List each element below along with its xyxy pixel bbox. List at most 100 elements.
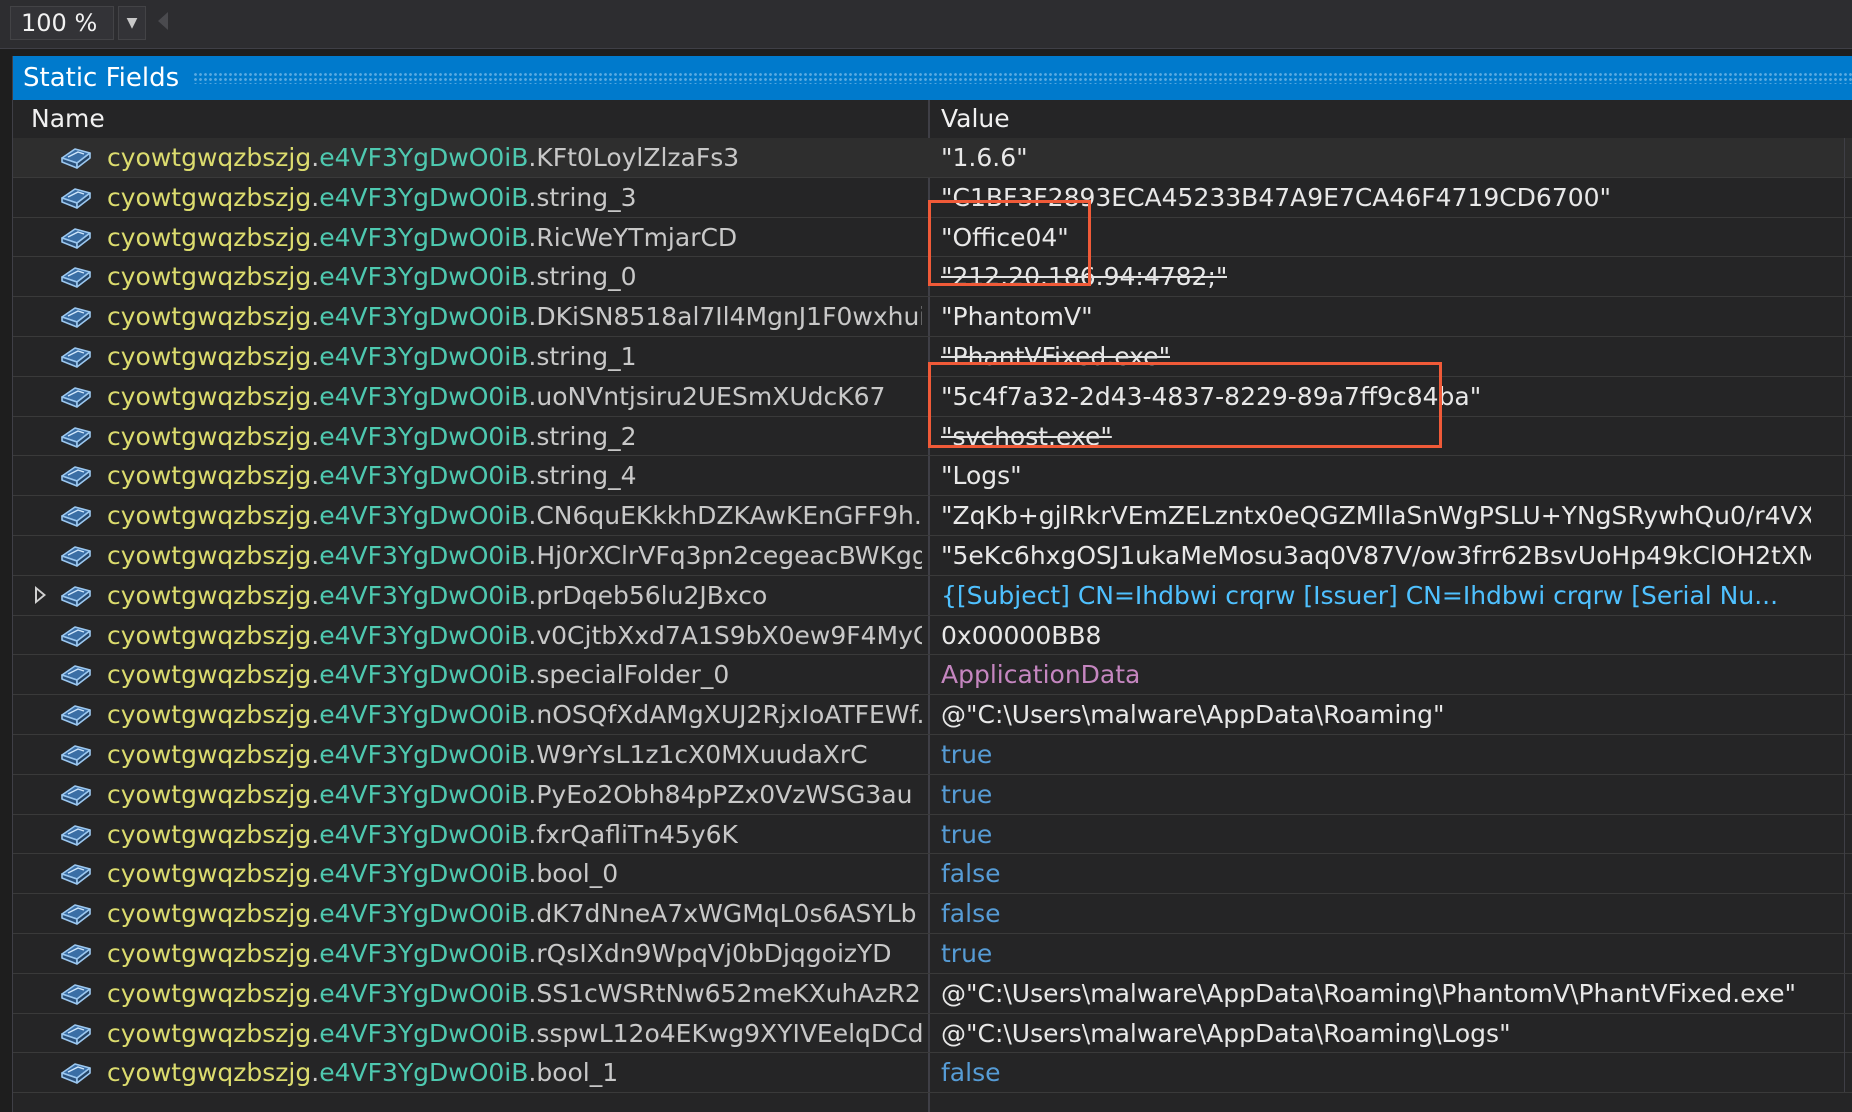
field-row[interactable]: cyowtgwqzbszjg.e4VF3YgDwO0iB.prDqeb56lu2… <box>13 575 1852 616</box>
field-value[interactable]: "5eKc6hxgOSJ1ukaMeMosu3aq0V87V/ow3frr62B… <box>941 536 1811 575</box>
field-member: bool_1 <box>536 1058 619 1088</box>
separator-dot: . <box>311 540 320 570</box>
field-name: cyowtgwqzbszjg.e4VF3YgDwO0iB.string_1 <box>107 337 637 376</box>
field-value[interactable]: false <box>941 894 1000 933</box>
field-value[interactable]: false <box>941 1053 1000 1092</box>
field-value[interactable]: "ZqKb+gjlRkrVEmZELzntx0eQGZMllaSnWgPSLU+… <box>941 496 1811 535</box>
field-icon <box>58 782 94 808</box>
column-header-name[interactable]: Name <box>31 100 105 138</box>
separator-dot: . <box>311 660 320 690</box>
zoom-dropdown-button[interactable]: ▼ <box>118 6 146 40</box>
field-member: DKiSN8518al7Il4MgnJ1F0wxhuii <box>536 302 922 332</box>
field-value[interactable]: {[Subject] CN=Ihdbwi crqrw [Issuer] CN=I… <box>941 576 1778 615</box>
panel-header-grip[interactable] <box>193 72 1852 84</box>
field-name: cyowtgwqzbszjg.e4VF3YgDwO0iB.dK7dNneA7xW… <box>107 894 916 933</box>
separator-dot: . <box>311 143 320 172</box>
field-row[interactable]: cyowtgwqzbszjg.e4VF3YgDwO0iB.PyEo2Obh84p… <box>13 774 1852 815</box>
field-row[interactable]: cyowtgwqzbszjg.e4VF3YgDwO0iB.bool_1 false <box>13 1053 1852 1094</box>
field-value[interactable]: true <box>941 735 992 774</box>
field-class: e4VF3YgDwO0iB <box>319 222 529 252</box>
field-icon <box>58 304 94 330</box>
field-namespace: cyowtgwqzbszjg <box>107 501 312 531</box>
field-icon <box>58 424 94 450</box>
separator-dot: . <box>311 302 320 332</box>
field-namespace: cyowtgwqzbszjg <box>107 620 312 650</box>
field-value[interactable]: "1.6.6" <box>941 138 1028 177</box>
column-headers: Name Value <box>13 100 1852 139</box>
field-row[interactable]: cyowtgwqzbszjg.e4VF3YgDwO0iB.v0CjtbXxd7A… <box>13 615 1852 656</box>
field-value[interactable]: @"C:\Users\malware\AppData\Roaming\Phant… <box>941 974 1796 1013</box>
field-name: cyowtgwqzbszjg.e4VF3YgDwO0iB.Hj0rXClrVFq… <box>107 536 922 575</box>
field-row[interactable]: cyowtgwqzbszjg.e4VF3YgDwO0iB.Hj0rXClrVFq… <box>13 535 1852 576</box>
panel-header: Static Fields <box>13 56 1852 100</box>
field-row[interactable]: cyowtgwqzbszjg.e4VF3YgDwO0iB.string_4 "Lo… <box>13 456 1852 497</box>
field-row[interactable]: cyowtgwqzbszjg.e4VF3YgDwO0iB.dK7dNneA7xW… <box>13 894 1852 934</box>
field-row[interactable]: cyowtgwqzbszjg.e4VF3YgDwO0iB.CN6quEKkkhD… <box>13 496 1852 536</box>
field-name: cyowtgwqzbszjg.e4VF3YgDwO0iB.RicWeYTmjar… <box>107 218 737 257</box>
field-member: bool_0 <box>536 859 619 889</box>
field-class: e4VF3YgDwO0iB <box>319 859 529 889</box>
zoom-level-input[interactable]: 100 % <box>10 6 114 40</box>
field-name: cyowtgwqzbszjg.e4VF3YgDwO0iB.string_4 <box>107 456 637 495</box>
field-value[interactable]: ApplicationData <box>941 655 1140 694</box>
separator-dot: . <box>311 182 320 212</box>
field-name: cyowtgwqzbszjg.e4VF3YgDwO0iB.bool_1 <box>107 1053 618 1092</box>
field-member: prDqeb56lu2JBxco <box>536 580 768 610</box>
type-column-edge <box>1844 814 1852 854</box>
type-column-edge <box>1844 297 1852 337</box>
field-row[interactable]: cyowtgwqzbszjg.e4VF3YgDwO0iB.sspwL12o4EK… <box>13 1013 1852 1054</box>
field-value[interactable]: true <box>941 934 992 973</box>
field-name: cyowtgwqzbszjg.e4VF3YgDwO0iB.uoNVntjsiru… <box>107 377 885 416</box>
field-icon <box>58 225 94 251</box>
field-member: PyEo2Obh84pPZx0VzWSG3au <box>536 779 913 809</box>
field-class: e4VF3YgDwO0iB <box>319 1018 529 1048</box>
type-column-edge <box>1844 695 1852 735</box>
field-namespace: cyowtgwqzbszjg <box>107 938 312 968</box>
field-value[interactable]: false <box>941 854 1000 893</box>
highlight-box-office04 <box>928 200 1091 286</box>
field-value[interactable]: true <box>941 815 992 854</box>
type-column-edge <box>1844 416 1852 456</box>
type-column-edge <box>1844 376 1852 416</box>
separator-dot: . <box>311 899 320 929</box>
field-row[interactable]: cyowtgwqzbszjg.e4VF3YgDwO0iB.bool_0 false <box>13 854 1852 895</box>
field-value[interactable]: true <box>941 775 992 814</box>
field-class: e4VF3YgDwO0iB <box>319 302 529 332</box>
field-name: cyowtgwqzbszjg.e4VF3YgDwO0iB.specialFold… <box>107 655 729 694</box>
field-row[interactable]: cyowtgwqzbszjg.e4VF3YgDwO0iB.SS1cWSRtNw6… <box>13 973 1852 1014</box>
field-value[interactable]: "Logs" <box>941 456 1022 495</box>
field-namespace: cyowtgwqzbszjg <box>107 302 312 332</box>
expand-arrow-icon[interactable] <box>35 585 46 604</box>
field-member: Hj0rXClrVFq3pn2cegeacBWKgg <box>536 540 922 570</box>
field-row[interactable]: cyowtgwqzbszjg.e4VF3YgDwO0iB.rQsIXdn9Wpq… <box>13 933 1852 974</box>
separator-dot: . <box>311 700 320 730</box>
field-class: e4VF3YgDwO0iB <box>319 779 529 809</box>
field-row[interactable]: cyowtgwqzbszjg.e4VF3YgDwO0iB.DKiSN8518al… <box>13 297 1852 337</box>
field-member: SS1cWSRtNw652meKXuhAzR2e <box>536 978 922 1008</box>
field-namespace: cyowtgwqzbszjg <box>107 700 312 730</box>
field-row[interactable]: cyowtgwqzbszjg.e4VF3YgDwO0iB.specialFold… <box>13 655 1852 696</box>
field-row[interactable]: cyowtgwqzbszjg.e4VF3YgDwO0iB.W9rYsL1z1cX… <box>13 734 1852 775</box>
column-header-value[interactable]: Value <box>941 100 1010 138</box>
field-class: e4VF3YgDwO0iB <box>319 501 529 531</box>
separator-dot: . <box>311 421 320 451</box>
field-namespace: cyowtgwqzbszjg <box>107 859 312 889</box>
type-column-edge <box>1844 774 1852 814</box>
field-row[interactable]: cyowtgwqzbszjg.e4VF3YgDwO0iB.nOSQfXdAMgX… <box>13 695 1852 735</box>
scroll-left-icon[interactable] <box>158 12 168 30</box>
field-namespace: cyowtgwqzbszjg <box>107 222 312 252</box>
field-value[interactable]: @"C:\Users\malware\AppData\Roaming" <box>941 695 1444 734</box>
separator-dot: . <box>311 1018 320 1048</box>
field-row[interactable]: cyowtgwqzbszjg.e4VF3YgDwO0iB.KFt0LoylZlz… <box>13 138 1852 178</box>
field-namespace: cyowtgwqzbszjg <box>107 143 312 172</box>
field-icon <box>58 1021 94 1047</box>
separator-dot: . <box>311 819 320 849</box>
separator-dot: . <box>311 938 320 968</box>
field-value[interactable]: "PhantomV" <box>941 297 1093 336</box>
field-row[interactable]: cyowtgwqzbszjg.e4VF3YgDwO0iB.fxrQafliTn4… <box>13 814 1852 855</box>
field-member: dK7dNneA7xWGMqL0s6ASYLb <box>536 899 917 929</box>
type-column-edge <box>1844 575 1852 615</box>
field-value[interactable]: @"C:\Users\malware\AppData\Roaming\Logs" <box>941 1014 1511 1053</box>
field-member: v0CjtbXxd7A1S9bX0ew9F4MyQc <box>536 620 922 650</box>
field-value[interactable]: 0x00000BB8 <box>941 616 1101 655</box>
